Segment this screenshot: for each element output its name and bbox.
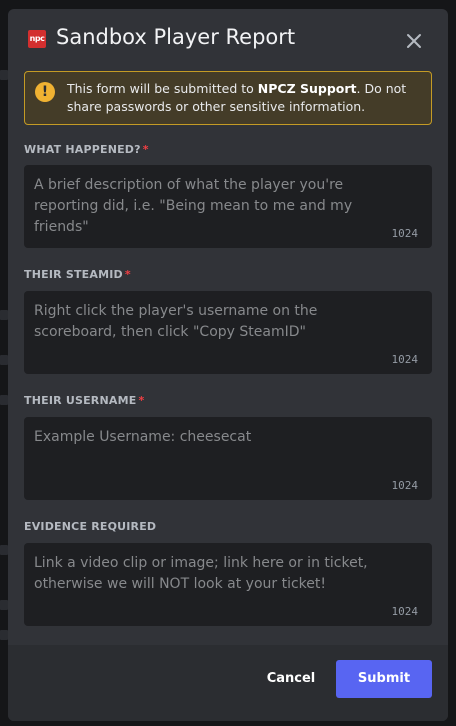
evidence-input[interactable]: Link a video clip or image; link here or…: [24, 543, 432, 626]
required-mark: *: [138, 394, 145, 407]
what-happened-label-text: WHAT HAPPENED?: [24, 143, 141, 156]
username-label-text: THEIR USERNAME: [24, 394, 137, 407]
what-happened-label: WHAT HAPPENED? *: [24, 143, 149, 156]
background-fragment: [0, 395, 8, 405]
steamid-placeholder: Right click the player's username on the…: [34, 303, 318, 340]
cancel-button[interactable]: Cancel: [256, 660, 326, 698]
username-label: THEIR USERNAME *: [24, 394, 144, 407]
background-fragment: [0, 70, 8, 80]
evidence-label: EVIDENCE REQUIRED: [24, 520, 158, 533]
what-happened-input[interactable]: A brief description of what the player y…: [24, 165, 432, 248]
background-fragment: [0, 600, 8, 610]
modal-footer: Cancel Submit: [8, 645, 448, 721]
required-mark: *: [142, 143, 149, 156]
background-fragment: [0, 545, 8, 555]
char-counter: 1024: [391, 479, 419, 492]
modal-header: npc Sandbox Player Report: [8, 9, 448, 69]
background-fragment: [0, 355, 8, 365]
npc-app-icon: npc: [28, 30, 46, 48]
warning-text-prefix: This form will be submitted to: [67, 81, 258, 96]
evidence-label-text: EVIDENCE REQUIRED: [24, 520, 157, 533]
submit-button[interactable]: Submit: [336, 660, 432, 698]
warning-text: This form will be submitted to NPCZ Supp…: [67, 80, 427, 116]
username-placeholder: Example Username: cheesecat: [34, 429, 252, 445]
warning-banner: ! This form will be submitted to NPCZ Su…: [24, 71, 432, 125]
what-happened-placeholder: A brief description of what the player y…: [34, 177, 353, 235]
warning-text-bold: NPCZ Support: [257, 81, 357, 96]
required-mark: *: [124, 268, 131, 281]
warning-icon: !: [35, 82, 55, 102]
steamid-label-text: THEIR STEAMID: [24, 268, 123, 281]
char-counter: 1024: [391, 227, 419, 240]
steamid-label: THEIR STEAMID *: [24, 268, 131, 281]
char-counter: 1024: [391, 353, 419, 366]
char-counter: 1024: [391, 605, 419, 618]
modal-title: Sandbox Player Report: [56, 25, 296, 49]
report-modal: npc Sandbox Player Report ! This form wi…: [8, 9, 448, 721]
username-input[interactable]: Example Username: cheesecat 1024: [24, 417, 432, 500]
steamid-input[interactable]: Right click the player's username on the…: [24, 291, 432, 374]
background-fragment: [0, 310, 8, 320]
background-fragment: [0, 630, 8, 640]
evidence-placeholder: Link a video clip or image; link here or…: [34, 555, 368, 592]
close-icon[interactable]: [404, 31, 424, 51]
